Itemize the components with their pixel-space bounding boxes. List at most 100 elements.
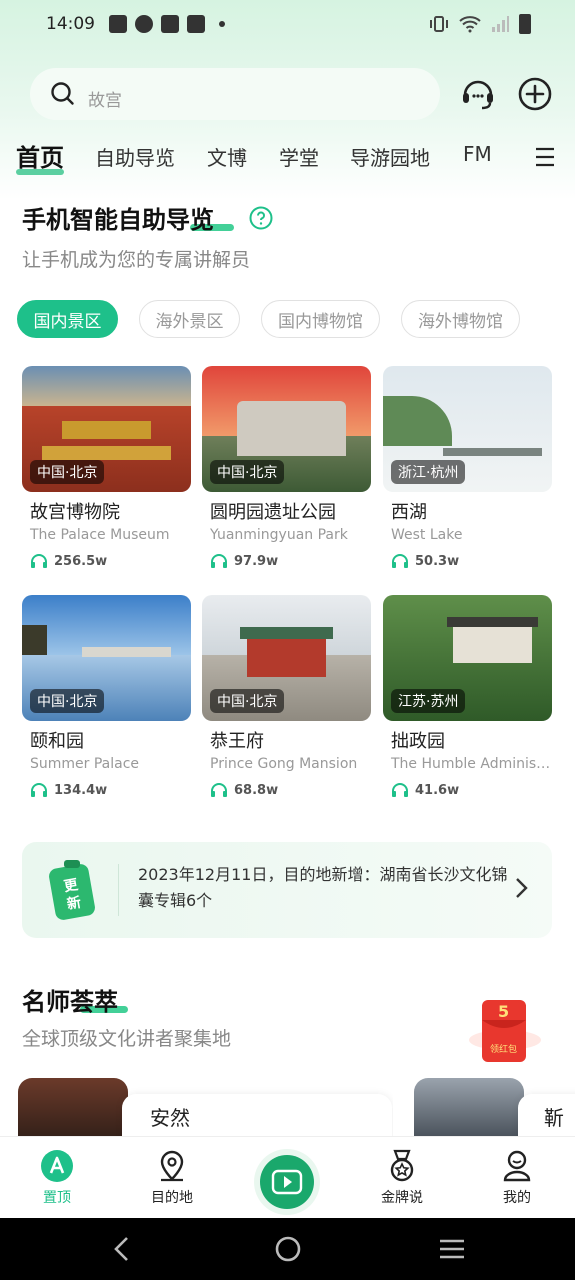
region-badge: 江苏·苏州 — [391, 689, 466, 713]
spot-image: 中国·北京 — [202, 366, 371, 492]
top-tabs: 首页 自助导览 文博 学堂 导游园地 FM — [0, 138, 575, 178]
chevron-right-icon — [514, 876, 530, 907]
tab-self-guide[interactable]: 自助导览 — [95, 142, 175, 171]
spot-image: 中国·北京 — [22, 595, 191, 721]
teacher-name: 安然 — [150, 1106, 190, 1130]
headphones-icon — [211, 554, 227, 568]
headphones-icon — [392, 783, 408, 797]
play-count-value: 134.4w — [54, 782, 108, 798]
recent-apps-icon[interactable] — [438, 1234, 466, 1264]
spot-english-name: Prince Gong Mansion — [210, 756, 358, 772]
more-notifications-icon — [219, 21, 225, 27]
play-count-value: 41.6w — [415, 782, 460, 798]
spot-english-name: Yuanmingyuan Park — [210, 527, 348, 543]
bottom-nav: 置顶 目的地 金牌说 我的 — [0, 1136, 575, 1218]
nav-destination[interactable]: 目的地 — [132, 1149, 212, 1207]
help-icon[interactable] — [249, 206, 273, 230]
region-badge: 中国·北京 — [210, 689, 285, 713]
filter-overseas-museum[interactable]: 海外博物馆 — [401, 300, 520, 338]
nav-label: 金牌说 — [381, 1190, 423, 1206]
filter-overseas-scenic[interactable]: 海外景区 — [139, 300, 240, 338]
play-count-value: 256.5w — [54, 553, 108, 569]
teacher-card[interactable]: 靳玮 — [414, 1078, 575, 1136]
status-bar: 14:09 — [0, 0, 575, 48]
home-icon[interactable] — [274, 1234, 302, 1264]
filter-domestic-museum[interactable]: 国内博物馆 — [261, 300, 380, 338]
search-input[interactable]: 故宫 — [30, 68, 440, 120]
region-badge: 浙江·杭州 — [391, 460, 466, 484]
spot-name: 故宫博物院 — [30, 502, 120, 523]
search-placeholder: 故宫 — [88, 90, 122, 111]
teacher-card[interactable]: 安然 — [18, 1078, 393, 1136]
spot-card[interactable]: 中国·北京 颐和园 Summer Palace 134.4w — [22, 595, 191, 798]
nav-top[interactable]: 置顶 — [17, 1149, 97, 1207]
tab-guide-garden[interactable]: 导游园地 — [350, 142, 430, 171]
wifi-icon — [459, 16, 481, 33]
region-badge: 中国·北京 — [30, 460, 105, 484]
spot-card[interactable]: 中国·北京 恭王府 Prince Gong Mansion 68.8w — [202, 595, 371, 798]
customer-service-icon[interactable] — [460, 76, 496, 112]
teacher-photo — [414, 1078, 524, 1136]
system-nav-bar — [0, 1218, 575, 1280]
nav-label: 我的 — [503, 1190, 531, 1206]
search-row: 故宫 — [30, 68, 555, 120]
spot-card[interactable]: 江苏·苏州 拙政园 The Humble Administ... 41.6w — [383, 595, 552, 798]
spot-english-name: The Humble Administ... — [391, 756, 552, 772]
headphones-icon — [211, 783, 227, 797]
spot-image: 江苏·苏州 — [383, 595, 552, 721]
spot-card[interactable]: 中国·北京 圆明园遗址公园 Yuanmingyuan Park 97.9w — [202, 366, 371, 569]
play-count: 256.5w — [22, 553, 191, 569]
spot-english-name: Summer Palace — [30, 756, 140, 772]
red-packet-button[interactable]: 5 领红包 — [468, 998, 542, 1068]
tab-home[interactable]: 首页 — [16, 138, 64, 175]
play-count: 50.3w — [383, 553, 552, 569]
teacher-name: 靳玮 — [544, 1106, 564, 1136]
top-icon — [41, 1150, 73, 1182]
spot-card[interactable]: 中国·北京 故宫博物院 The Palace Museum 256.5w — [22, 366, 191, 569]
teacher-photo — [18, 1078, 128, 1136]
play-count: 97.9w — [202, 553, 371, 569]
spot-english-name: The Palace Museum — [30, 527, 170, 543]
add-icon[interactable] — [517, 76, 553, 112]
notice-text: 2023年12月11日，目的地新增：湖南省长沙文化锦囊专辑6个 — [138, 865, 508, 910]
teachers-section-title: 名师荟萃 — [22, 988, 118, 1016]
spot-name: 恭王府 — [210, 731, 264, 752]
notification-icon — [109, 15, 127, 33]
region-badge: 中国·北京 — [210, 460, 285, 484]
spot-image: 浙江·杭州 — [383, 366, 552, 492]
location-pin-icon — [160, 1150, 184, 1182]
menu-icon[interactable] — [534, 146, 556, 168]
tab-fm[interactable]: FM — [463, 142, 492, 166]
nav-player-button[interactable] — [254, 1149, 320, 1215]
notification-icon — [187, 15, 205, 33]
red-packet-value: 5 — [498, 1002, 510, 1021]
headphones-icon — [31, 783, 47, 797]
guide-section-subtitle: 让手机成为您的专属讲解员 — [22, 249, 251, 271]
tab-school[interactable]: 学堂 — [279, 142, 319, 171]
play-count: 41.6w — [383, 782, 552, 798]
play-icon — [271, 1169, 303, 1195]
filter-domestic-scenic[interactable]: 国内景区 — [17, 300, 118, 338]
status-time: 14:09 — [46, 14, 95, 34]
back-icon[interactable] — [110, 1234, 134, 1264]
headphones-icon — [31, 554, 47, 568]
nav-label: 置顶 — [43, 1190, 71, 1206]
red-packet-label: 领红包 — [490, 1045, 518, 1055]
nav-mine[interactable]: 我的 — [477, 1149, 557, 1207]
spot-name: 拙政园 — [391, 731, 445, 752]
headphones-icon — [392, 554, 408, 568]
play-count: 134.4w — [22, 782, 191, 798]
spot-english-name: West Lake — [391, 527, 463, 543]
tab-culture[interactable]: 文博 — [207, 142, 247, 171]
play-count-value: 68.8w — [234, 782, 279, 798]
spot-name: 圆明园遗址公园 — [210, 502, 336, 523]
update-notice[interactable]: 更新 2023年12月11日，目的地新增：湖南省长沙文化锦囊专辑6个 — [22, 842, 552, 938]
spot-card[interactable]: 浙江·杭州 西湖 West Lake 50.3w — [383, 366, 552, 569]
app-icon — [135, 15, 153, 33]
notification-icon — [161, 15, 179, 33]
user-icon — [503, 1150, 531, 1182]
nav-gold-medal[interactable]: 金牌说 — [362, 1149, 442, 1207]
play-count-value: 50.3w — [415, 553, 460, 569]
teachers-section-subtitle: 全球顶级文化讲者聚集地 — [22, 1028, 232, 1050]
update-badge-icon: 更新 — [48, 860, 96, 920]
